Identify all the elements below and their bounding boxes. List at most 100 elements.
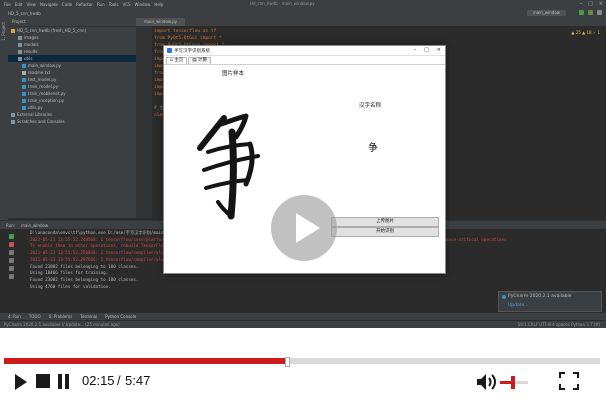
menu-vcs[interactable]: VCS <box>122 2 130 7</box>
scratches-icon <box>11 120 15 124</box>
project-header[interactable]: Project <box>8 18 136 27</box>
tab-todo[interactable]: TODO <box>29 314 41 319</box>
tree-item[interactable]: images <box>8 34 136 41</box>
tree-item[interactable]: train_inception.py <box>8 97 136 104</box>
result-label: 汉字名称 <box>359 103 382 109</box>
current-time: 02:15 <box>82 373 115 388</box>
app-titlebar[interactable]: 手写汉字识别系统 – □ × <box>164 46 445 56</box>
code-line: from PyQt5.QtGui import * <box>154 36 222 41</box>
tree-item[interactable]: utils <box>8 55 136 62</box>
editor-tab[interactable]: main_window.py <box>136 18 185 26</box>
pause-button[interactable] <box>58 374 69 389</box>
tab-problems[interactable]: 6: Problems <box>49 314 73 319</box>
console-line: Using 18466 files for training. <box>30 270 109 276</box>
print-icon[interactable] <box>9 266 14 271</box>
project-tool-tab[interactable]: 1: Project <box>1 22 6 41</box>
tree-item[interactable]: External Libraries <box>8 111 136 118</box>
trash-icon[interactable] <box>9 274 14 279</box>
app-window-title: 手写汉字识别系统 <box>174 49 210 54</box>
volume-slider[interactable] <box>500 376 528 389</box>
inspection-summary[interactable]: ▲ 25 ▲ 18 ✓ 1 <box>571 30 600 35</box>
minimize-icon[interactable]: – <box>414 47 417 53</box>
python-file-icon <box>22 99 26 103</box>
tab-about[interactable]: ▤ 计算 <box>188 57 211 64</box>
run-icon[interactable] <box>579 10 584 15</box>
play-icon <box>296 213 320 243</box>
update-notification[interactable]: PyCharm 2020.2.1 available Update... <box>498 291 602 312</box>
start-recognition-button[interactable]: 开始识别 <box>331 227 439 237</box>
tree-item[interactable]: results <box>8 48 136 55</box>
tree-item[interactable]: train_mobilenet.py <box>8 90 136 97</box>
volume-handle[interactable] <box>510 376 515 389</box>
close-icon[interactable]: × <box>437 47 441 53</box>
folder-icon <box>18 36 22 40</box>
library-icon <box>11 113 15 117</box>
app-tabs: ⌂ 主页 ▤ 计算 <box>166 57 212 64</box>
video-frame[interactable]: File Edit View Navigate Code Refactor Ru… <box>0 0 606 328</box>
search-icon[interactable] <box>597 10 602 15</box>
maximize-icon[interactable]: □ <box>588 1 593 7</box>
breadcrumb[interactable]: HD_5_cnn_hwdb <box>8 11 41 16</box>
menu-view[interactable]: View <box>26 2 36 7</box>
python-file-icon <box>22 106 26 110</box>
stop-icon[interactable] <box>9 242 14 247</box>
run-tab[interactable]: main_window <box>21 223 48 228</box>
update-link[interactable]: Update... <box>508 303 529 308</box>
notification-title: PyCharm 2020.2.1 available <box>508 294 572 299</box>
tab-main[interactable]: ⌂ 主页 <box>166 57 188 64</box>
close-icon[interactable]: × <box>599 1 603 7</box>
maximize-icon[interactable]: □ <box>424 47 429 53</box>
tab-terminal[interactable]: Terminal <box>80 314 97 319</box>
menu-tools[interactable]: Tools <box>109 2 119 7</box>
tree-item[interactable]: models <box>8 41 136 48</box>
ide-window-controls: – □ × <box>580 1 603 7</box>
status-info[interactable]: 59:1 CRLF UTF-8 4 spaces Python 3.7 (tf) <box>518 322 600 327</box>
tree-item[interactable]: test_model.py <box>8 76 136 83</box>
python-file-icon <box>22 85 26 89</box>
recognized-character: 争 <box>368 143 378 154</box>
tab-divider <box>164 64 445 65</box>
seek-handle[interactable] <box>285 357 291 367</box>
menu-help[interactable]: Help <box>154 2 163 7</box>
video-controls: 02:15 / 5:47 <box>0 328 606 405</box>
pin-icon[interactable] <box>9 250 14 255</box>
menu-edit[interactable]: Edit <box>15 2 23 7</box>
tree-item[interactable]: readme.txt <box>8 69 136 76</box>
tab-python-console[interactable]: Python Console <box>105 314 136 319</box>
video-play-overlay-button[interactable] <box>271 195 337 261</box>
status-message[interactable]: PyCharm 2020.2.1 available // Update... … <box>4 322 120 327</box>
menu-window[interactable]: Window <box>135 2 151 7</box>
tool-window-tabs: 4: Run TODO 6: Problems Terminal Python … <box>0 313 606 320</box>
editor-tabbar: main_window.py <box>136 18 606 26</box>
handwritten-sample-image <box>197 113 260 220</box>
menu-code[interactable]: Code <box>62 2 72 7</box>
rerun-icon[interactable] <box>9 234 14 239</box>
menu-run[interactable]: Run <box>97 2 105 7</box>
play-button[interactable] <box>15 374 27 390</box>
volume-icon[interactable] <box>476 373 498 391</box>
run-config-select[interactable]: main_window <box>526 10 566 16</box>
ide-window-title: Hd_cnn_hwdb - main_window.py <box>250 1 315 6</box>
minimize-icon[interactable]: – <box>580 1 583 7</box>
tree-item[interactable]: utils.py <box>8 104 136 111</box>
debug-icon[interactable] <box>588 10 593 15</box>
python-file-icon <box>22 64 26 68</box>
folder-icon <box>18 50 22 54</box>
total-time: 5:47 <box>125 373 151 388</box>
menu-refactor[interactable]: Refactor <box>76 2 93 7</box>
menu-navigate[interactable]: Navigate <box>40 2 58 7</box>
folder-icon <box>11 29 15 33</box>
fullscreen-icon[interactable] <box>559 372 579 390</box>
pause-bar <box>65 374 69 389</box>
seek-bar[interactable] <box>4 357 600 367</box>
tree-item[interactable]: main_window.py <box>8 62 136 69</box>
ide-toolbar <box>579 10 602 15</box>
menu-file[interactable]: File <box>4 2 11 7</box>
tree-item[interactable]: Scratches and Consoles <box>8 118 136 125</box>
stop-button[interactable] <box>36 374 50 388</box>
wrap-icon[interactable] <box>9 258 14 263</box>
upload-image-button[interactable]: 上传图片 <box>331 217 439 227</box>
tree-item[interactable]: train_model.py <box>8 83 136 90</box>
tab-run[interactable]: 4: Run <box>8 314 21 319</box>
tree-item[interactable]: HD_5_cnn_hwdb (fresh_HD_5_cnn) <box>8 27 136 34</box>
